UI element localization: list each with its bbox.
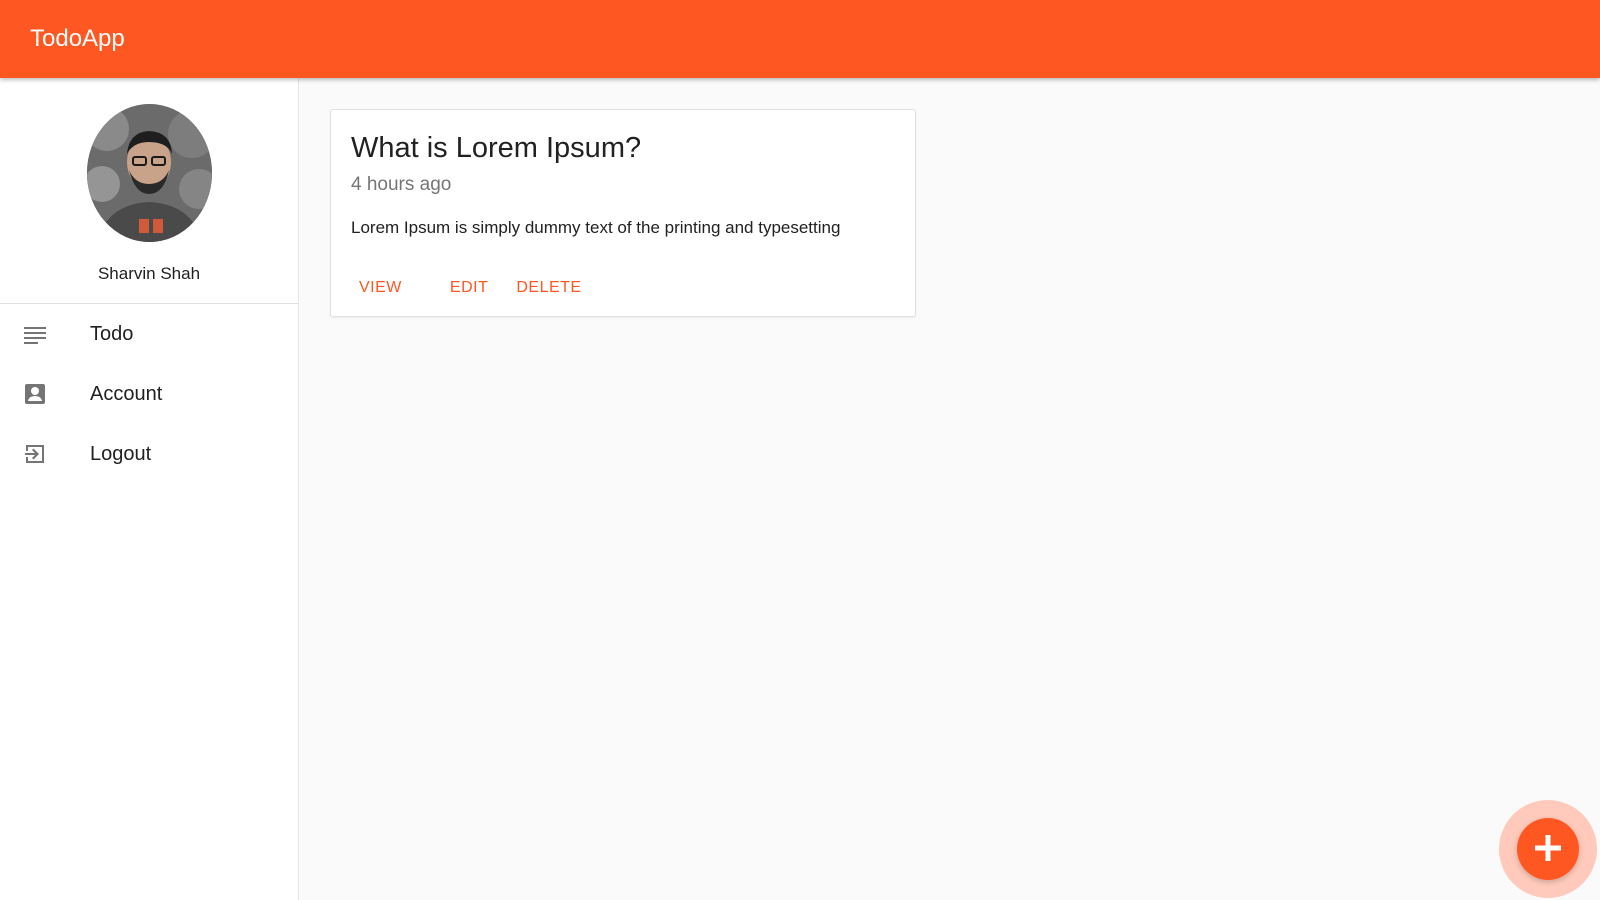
sidebar-item-todo[interactable]: Todo	[0, 304, 298, 364]
sidebar-nav: Todo Account Logout	[0, 304, 298, 484]
logout-icon	[23, 442, 47, 466]
account-box-icon	[23, 382, 47, 406]
sidebar-item-account[interactable]: Account	[0, 364, 298, 424]
profile-section: Sharvin Shah	[0, 78, 298, 304]
todo-card: What is Lorem Ipsum? 4 hours ago Lorem I…	[330, 109, 916, 317]
edit-button[interactable]: EDIT	[442, 273, 496, 303]
app-title: TodoApp	[30, 25, 125, 52]
view-button[interactable]: VIEW	[351, 273, 410, 303]
sidebar-item-logout[interactable]: Logout	[0, 424, 298, 484]
todo-timestamp: 4 hours ago	[351, 174, 452, 195]
fab-ripple	[1499, 800, 1597, 898]
avatar	[86, 104, 212, 242]
todo-body: Lorem Ipsum is simply dummy text of the …	[351, 218, 841, 237]
app-bar: TodoApp	[0, 0, 1600, 78]
main-content: What is Lorem Ipsum? 4 hours ago Lorem I…	[299, 78, 1600, 900]
profile-name: Sharvin Shah	[97, 264, 201, 283]
sidebar-item-label: Todo	[90, 322, 134, 345]
sidebar: Sharvin Shah Todo Account Logout	[0, 78, 299, 900]
user-photo-icon	[86, 104, 212, 242]
add-icon	[1532, 832, 1564, 867]
delete-button[interactable]: DELETE	[508, 273, 589, 303]
notes-icon	[23, 322, 47, 346]
sidebar-item-label: Account	[90, 382, 163, 405]
todo-title: What is Lorem Ipsum?	[351, 132, 642, 164]
sidebar-item-label: Logout	[90, 442, 152, 465]
add-todo-button[interactable]	[1517, 818, 1579, 880]
todo-actions: VIEW EDIT DELETE	[351, 273, 590, 303]
